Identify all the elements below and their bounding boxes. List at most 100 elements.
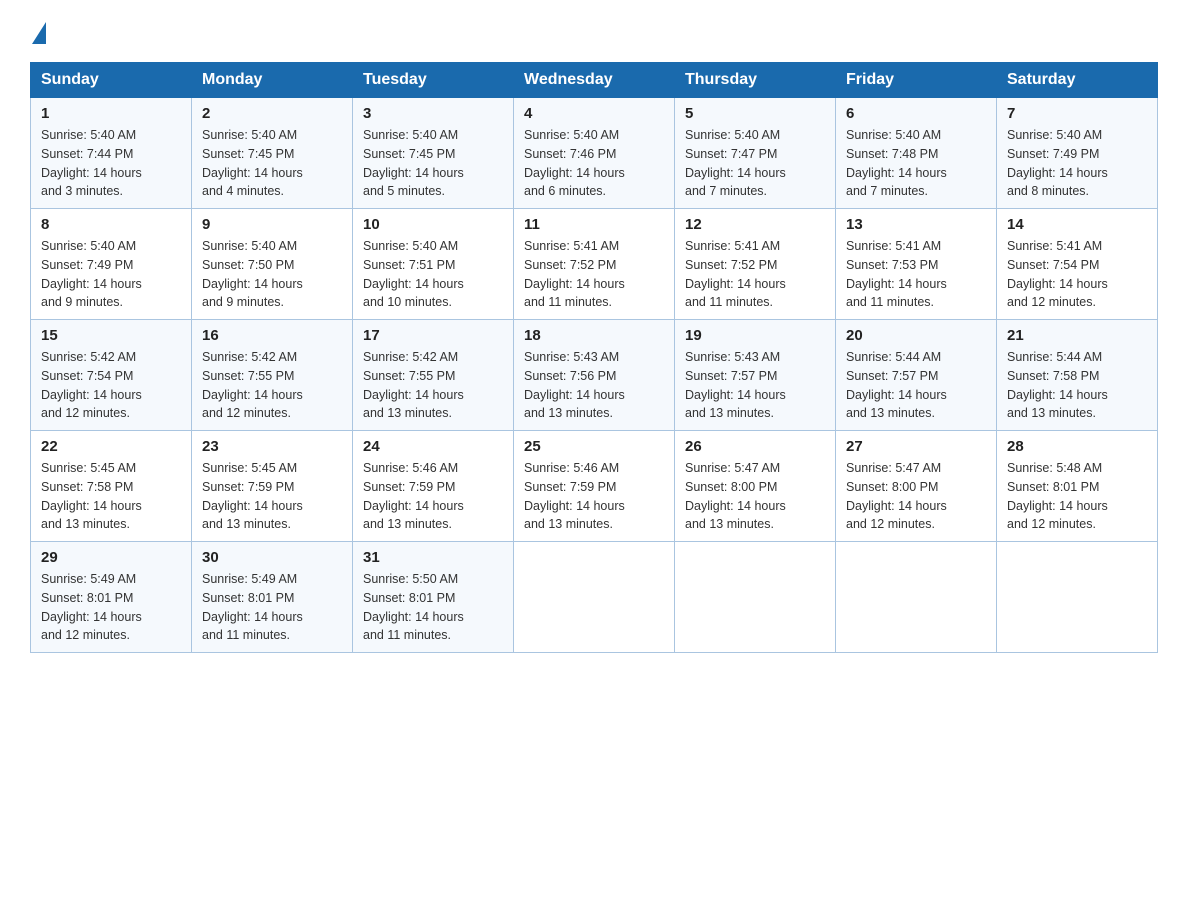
day-number: 24 — [363, 438, 503, 455]
header-wednesday: Wednesday — [514, 63, 675, 98]
calendar-cell: 23 Sunrise: 5:45 AM Sunset: 7:59 PM Dayl… — [192, 431, 353, 542]
day-number: 26 — [685, 438, 825, 455]
calendar-week-row: 15 Sunrise: 5:42 AM Sunset: 7:54 PM Dayl… — [31, 320, 1158, 431]
day-number: 13 — [846, 216, 986, 233]
day-number: 25 — [524, 438, 664, 455]
day-info: Sunrise: 5:41 AM Sunset: 7:52 PM Dayligh… — [524, 237, 664, 312]
day-info: Sunrise: 5:44 AM Sunset: 7:57 PM Dayligh… — [846, 348, 986, 423]
calendar-cell: 27 Sunrise: 5:47 AM Sunset: 8:00 PM Dayl… — [836, 431, 997, 542]
day-info: Sunrise: 5:40 AM Sunset: 7:46 PM Dayligh… — [524, 126, 664, 201]
day-number: 7 — [1007, 105, 1147, 122]
day-number: 4 — [524, 105, 664, 122]
day-number: 10 — [363, 216, 503, 233]
day-info: Sunrise: 5:40 AM Sunset: 7:47 PM Dayligh… — [685, 126, 825, 201]
day-info: Sunrise: 5:50 AM Sunset: 8:01 PM Dayligh… — [363, 570, 503, 645]
day-info: Sunrise: 5:41 AM Sunset: 7:53 PM Dayligh… — [846, 237, 986, 312]
day-info: Sunrise: 5:46 AM Sunset: 7:59 PM Dayligh… — [524, 459, 664, 534]
day-info: Sunrise: 5:47 AM Sunset: 8:00 PM Dayligh… — [685, 459, 825, 534]
calendar-cell: 28 Sunrise: 5:48 AM Sunset: 8:01 PM Dayl… — [997, 431, 1158, 542]
day-info: Sunrise: 5:40 AM Sunset: 7:51 PM Dayligh… — [363, 237, 503, 312]
calendar-cell: 21 Sunrise: 5:44 AM Sunset: 7:58 PM Dayl… — [997, 320, 1158, 431]
calendar-cell: 20 Sunrise: 5:44 AM Sunset: 7:57 PM Dayl… — [836, 320, 997, 431]
day-number: 6 — [846, 105, 986, 122]
day-number: 19 — [685, 327, 825, 344]
day-number: 18 — [524, 327, 664, 344]
header-monday: Monday — [192, 63, 353, 98]
calendar-table: SundayMondayTuesdayWednesdayThursdayFrid… — [30, 62, 1158, 653]
calendar-cell: 14 Sunrise: 5:41 AM Sunset: 7:54 PM Dayl… — [997, 209, 1158, 320]
day-number: 12 — [685, 216, 825, 233]
calendar-cell: 12 Sunrise: 5:41 AM Sunset: 7:52 PM Dayl… — [675, 209, 836, 320]
calendar-cell: 31 Sunrise: 5:50 AM Sunset: 8:01 PM Dayl… — [353, 542, 514, 653]
calendar-cell: 7 Sunrise: 5:40 AM Sunset: 7:49 PM Dayli… — [997, 98, 1158, 209]
calendar-cell: 25 Sunrise: 5:46 AM Sunset: 7:59 PM Dayl… — [514, 431, 675, 542]
day-info: Sunrise: 5:44 AM Sunset: 7:58 PM Dayligh… — [1007, 348, 1147, 423]
calendar-week-row: 8 Sunrise: 5:40 AM Sunset: 7:49 PM Dayli… — [31, 209, 1158, 320]
day-info: Sunrise: 5:45 AM Sunset: 7:59 PM Dayligh… — [202, 459, 342, 534]
calendar-week-row: 1 Sunrise: 5:40 AM Sunset: 7:44 PM Dayli… — [31, 98, 1158, 209]
header-tuesday: Tuesday — [353, 63, 514, 98]
header-saturday: Saturday — [997, 63, 1158, 98]
day-number: 1 — [41, 105, 181, 122]
calendar-cell: 9 Sunrise: 5:40 AM Sunset: 7:50 PM Dayli… — [192, 209, 353, 320]
day-number: 14 — [1007, 216, 1147, 233]
day-info: Sunrise: 5:47 AM Sunset: 8:00 PM Dayligh… — [846, 459, 986, 534]
day-number: 22 — [41, 438, 181, 455]
day-info: Sunrise: 5:42 AM Sunset: 7:54 PM Dayligh… — [41, 348, 181, 423]
day-number: 28 — [1007, 438, 1147, 455]
day-number: 5 — [685, 105, 825, 122]
calendar-cell: 5 Sunrise: 5:40 AM Sunset: 7:47 PM Dayli… — [675, 98, 836, 209]
calendar-cell — [836, 542, 997, 653]
day-number: 17 — [363, 327, 503, 344]
header-thursday: Thursday — [675, 63, 836, 98]
calendar-cell: 10 Sunrise: 5:40 AM Sunset: 7:51 PM Dayl… — [353, 209, 514, 320]
calendar-cell: 3 Sunrise: 5:40 AM Sunset: 7:45 PM Dayli… — [353, 98, 514, 209]
calendar-cell: 8 Sunrise: 5:40 AM Sunset: 7:49 PM Dayli… — [31, 209, 192, 320]
calendar-cell: 29 Sunrise: 5:49 AM Sunset: 8:01 PM Dayl… — [31, 542, 192, 653]
calendar-cell: 19 Sunrise: 5:43 AM Sunset: 7:57 PM Dayl… — [675, 320, 836, 431]
day-number: 20 — [846, 327, 986, 344]
calendar-cell: 4 Sunrise: 5:40 AM Sunset: 7:46 PM Dayli… — [514, 98, 675, 209]
calendar-week-row: 29 Sunrise: 5:49 AM Sunset: 8:01 PM Dayl… — [31, 542, 1158, 653]
day-info: Sunrise: 5:49 AM Sunset: 8:01 PM Dayligh… — [41, 570, 181, 645]
day-info: Sunrise: 5:42 AM Sunset: 7:55 PM Dayligh… — [363, 348, 503, 423]
calendar-header-row: SundayMondayTuesdayWednesdayThursdayFrid… — [31, 63, 1158, 98]
day-number: 8 — [41, 216, 181, 233]
calendar-cell — [997, 542, 1158, 653]
calendar-cell: 26 Sunrise: 5:47 AM Sunset: 8:00 PM Dayl… — [675, 431, 836, 542]
calendar-cell: 13 Sunrise: 5:41 AM Sunset: 7:53 PM Dayl… — [836, 209, 997, 320]
day-info: Sunrise: 5:40 AM Sunset: 7:44 PM Dayligh… — [41, 126, 181, 201]
day-info: Sunrise: 5:46 AM Sunset: 7:59 PM Dayligh… — [363, 459, 503, 534]
calendar-cell: 22 Sunrise: 5:45 AM Sunset: 7:58 PM Dayl… — [31, 431, 192, 542]
day-number: 11 — [524, 216, 664, 233]
calendar-cell: 1 Sunrise: 5:40 AM Sunset: 7:44 PM Dayli… — [31, 98, 192, 209]
day-number: 23 — [202, 438, 342, 455]
calendar-cell: 2 Sunrise: 5:40 AM Sunset: 7:45 PM Dayli… — [192, 98, 353, 209]
day-number: 15 — [41, 327, 181, 344]
page-header — [30, 20, 1158, 44]
day-number: 30 — [202, 549, 342, 566]
day-info: Sunrise: 5:43 AM Sunset: 7:57 PM Dayligh… — [685, 348, 825, 423]
day-info: Sunrise: 5:49 AM Sunset: 8:01 PM Dayligh… — [202, 570, 342, 645]
day-info: Sunrise: 5:40 AM Sunset: 7:49 PM Dayligh… — [41, 237, 181, 312]
calendar-cell — [514, 542, 675, 653]
day-info: Sunrise: 5:40 AM Sunset: 7:50 PM Dayligh… — [202, 237, 342, 312]
logo-triangle-icon — [32, 22, 46, 44]
day-info: Sunrise: 5:45 AM Sunset: 7:58 PM Dayligh… — [41, 459, 181, 534]
calendar-cell: 17 Sunrise: 5:42 AM Sunset: 7:55 PM Dayl… — [353, 320, 514, 431]
calendar-cell: 24 Sunrise: 5:46 AM Sunset: 7:59 PM Dayl… — [353, 431, 514, 542]
day-info: Sunrise: 5:48 AM Sunset: 8:01 PM Dayligh… — [1007, 459, 1147, 534]
day-info: Sunrise: 5:40 AM Sunset: 7:45 PM Dayligh… — [363, 126, 503, 201]
calendar-cell: 18 Sunrise: 5:43 AM Sunset: 7:56 PM Dayl… — [514, 320, 675, 431]
day-number: 16 — [202, 327, 342, 344]
day-number: 31 — [363, 549, 503, 566]
header-sunday: Sunday — [31, 63, 192, 98]
calendar-week-row: 22 Sunrise: 5:45 AM Sunset: 7:58 PM Dayl… — [31, 431, 1158, 542]
day-number: 3 — [363, 105, 503, 122]
calendar-cell: 16 Sunrise: 5:42 AM Sunset: 7:55 PM Dayl… — [192, 320, 353, 431]
header-friday: Friday — [836, 63, 997, 98]
day-info: Sunrise: 5:40 AM Sunset: 7:48 PM Dayligh… — [846, 126, 986, 201]
logo — [30, 20, 46, 44]
day-info: Sunrise: 5:42 AM Sunset: 7:55 PM Dayligh… — [202, 348, 342, 423]
day-number: 2 — [202, 105, 342, 122]
